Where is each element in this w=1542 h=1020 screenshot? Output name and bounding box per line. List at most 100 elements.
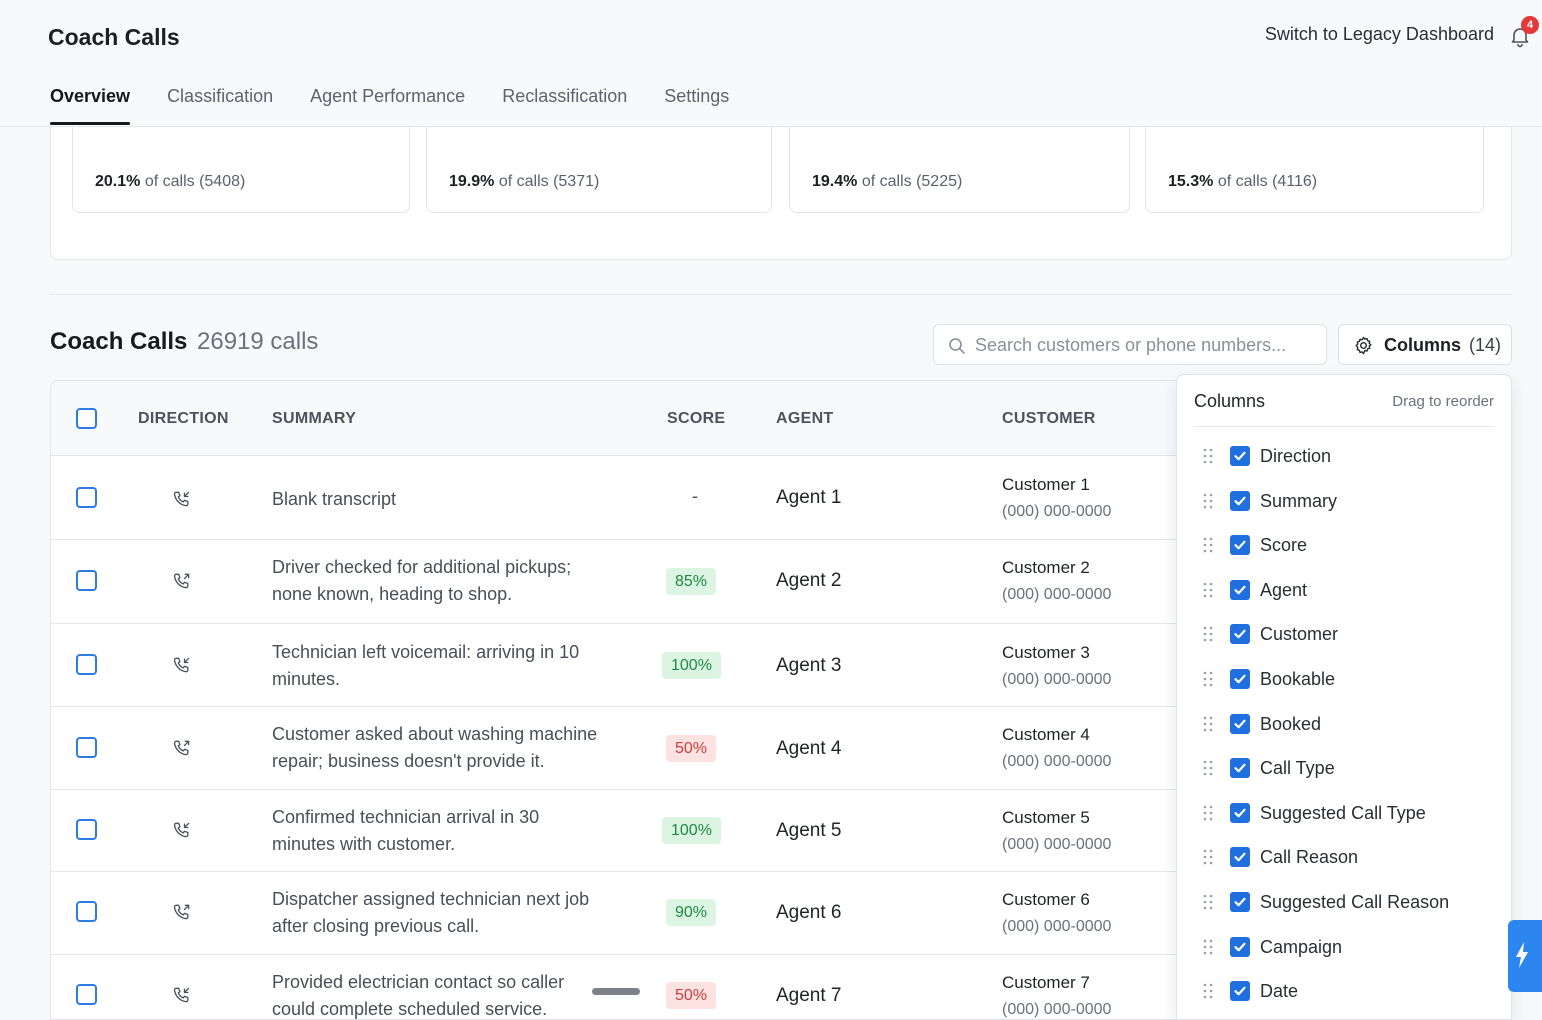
phone-incoming-icon [173, 491, 190, 507]
drag-handle-icon[interactable] [1203, 537, 1213, 553]
table-row[interactable]: Blank transcript - Agent 1 Customer 1 (0… [51, 456, 1249, 540]
drag-handle-icon[interactable] [1203, 582, 1213, 598]
gear-icon [1355, 336, 1372, 355]
table-row[interactable]: Provided electrician contact so caller co… [51, 955, 1249, 1019]
row-checkbox[interactable] [76, 984, 97, 1005]
switch-legacy-link[interactable]: Switch to Legacy Dashboard [1265, 24, 1494, 45]
column-option[interactable]: Customer [1177, 620, 1511, 650]
column-checkbox[interactable] [1230, 624, 1250, 645]
column-option[interactable]: Agent [1177, 576, 1511, 606]
row-summary: Dispatcher assigned technician next job a… [272, 889, 590, 936]
column-option[interactable]: Campaign [1177, 933, 1511, 963]
drag-handle-icon[interactable] [1203, 671, 1213, 687]
row-summary: Blank transcript [272, 489, 397, 509]
row-customer-name: Customer 7 [1002, 973, 1090, 992]
tab-settings[interactable]: Settings [664, 86, 729, 123]
score-badge: 50% [666, 735, 717, 762]
column-option[interactable]: Bookable [1177, 665, 1511, 695]
select-all-checkbox[interactable] [76, 408, 97, 429]
stat-card: 19.4% of calls (5225) [789, 127, 1130, 213]
check-icon [1234, 897, 1246, 907]
table-row[interactable]: Customer asked about washing machine repa… [51, 707, 1249, 790]
columns-button[interactable]: Columns (14) [1338, 324, 1512, 365]
column-checkbox[interactable] [1230, 669, 1250, 689]
column-option-label: Summary [1260, 490, 1338, 511]
search-input[interactable] [975, 331, 1315, 359]
column-option[interactable]: Call Type [1177, 754, 1511, 784]
drag-handle-icon[interactable] [1203, 716, 1213, 732]
check-icon [1234, 540, 1246, 550]
tab-agent-performance[interactable]: Agent Performance [310, 86, 465, 123]
row-agent: Agent 5 [776, 820, 842, 841]
column-checkbox[interactable] [1230, 847, 1250, 868]
column-option-label: Suggested Call Type [1260, 802, 1426, 823]
row-summary: Provided electrician contact so caller co… [272, 972, 565, 1019]
check-icon [1234, 853, 1246, 862]
column-option[interactable]: Booked [1177, 710, 1511, 740]
header-score[interactable]: SCORE [667, 410, 725, 428]
row-checkbox[interactable] [76, 570, 97, 591]
column-checkbox[interactable] [1230, 490, 1250, 511]
row-score: - [692, 486, 698, 506]
search-icon [949, 338, 965, 354]
column-checkbox[interactable] [1230, 713, 1250, 734]
drag-handle-icon[interactable] [1203, 894, 1213, 910]
column-option[interactable]: Suggested Call Reason [1177, 888, 1511, 918]
table-row[interactable]: Technician left voicemail: arriving in 1… [51, 624, 1249, 707]
column-option-label: Campaign [1260, 936, 1343, 957]
column-checkbox[interactable] [1230, 936, 1250, 957]
row-checkbox[interactable] [76, 737, 97, 758]
column-option[interactable]: Suggested Call Type [1177, 799, 1511, 829]
tab-reclassification[interactable]: Reclassification [502, 86, 627, 123]
lightning-icon [1516, 942, 1528, 968]
drag-handle-icon[interactable] [1203, 760, 1213, 776]
row-customer-phone: (000) 000-0000 [1002, 503, 1112, 520]
row-checkbox[interactable] [76, 819, 97, 840]
search-box[interactable] [933, 324, 1327, 365]
columns-dropdown: Columns Drag to reorder Direction Summary… [1176, 374, 1512, 1020]
column-checkbox[interactable] [1230, 758, 1250, 779]
row-customer-name: Customer 6 [1002, 890, 1090, 909]
table-row[interactable]: Driver checked for additional pickups; no… [51, 540, 1249, 624]
column-checkbox[interactable] [1230, 802, 1250, 823]
drag-handle-icon[interactable] [1203, 983, 1213, 999]
tab-overview[interactable]: Overview [50, 86, 131, 125]
table-row[interactable]: Confirmed technician arrival in 30 minute… [51, 790, 1249, 872]
header-agent[interactable]: AGENT [776, 410, 834, 428]
drag-handle-icon[interactable] [1203, 493, 1213, 509]
header-customer[interactable]: CUSTOMER [1002, 410, 1096, 428]
row-checkbox[interactable] [76, 901, 97, 922]
row-checkbox[interactable] [76, 487, 97, 508]
phone-incoming-icon [173, 987, 190, 1003]
column-checkbox[interactable] [1230, 579, 1250, 600]
drag-handle-icon[interactable] [1203, 849, 1213, 865]
table-row[interactable]: Dispatcher assigned technician next job a… [51, 872, 1249, 955]
column-option[interactable]: Summary [1177, 487, 1511, 517]
tab-classification[interactable]: Classification [167, 86, 273, 123]
column-checkbox[interactable] [1230, 981, 1250, 1002]
column-option-label: Bookable [1260, 669, 1336, 689]
drag-handle-icon[interactable] [1203, 939, 1213, 955]
scroll-handle[interactable] [592, 988, 640, 995]
check-icon [1234, 808, 1246, 818]
drag-handle-icon[interactable] [1203, 626, 1213, 642]
phone-incoming-icon [173, 822, 190, 838]
column-option[interactable]: Date [1177, 977, 1511, 1007]
column-option[interactable]: Direction [1177, 442, 1511, 472]
column-checkbox[interactable] [1230, 892, 1250, 912]
column-option-label: Score [1260, 535, 1308, 556]
header-summary[interactable]: SUMMARY [272, 410, 356, 428]
row-agent: Agent 7 [776, 985, 842, 1006]
drag-handle-icon[interactable] [1203, 805, 1213, 821]
column-checkbox[interactable] [1230, 446, 1250, 466]
row-checkbox[interactable] [76, 654, 97, 675]
column-option[interactable]: Score [1177, 531, 1511, 561]
drag-handle-icon[interactable] [1203, 448, 1213, 464]
header-direction[interactable]: DIRECTION [138, 410, 229, 428]
column-option-label: Date [1260, 981, 1299, 1002]
columns-count: (14) [1469, 335, 1502, 355]
columns-button-label: Columns [1384, 335, 1462, 355]
column-option[interactable]: Call Reason [1177, 843, 1511, 873]
feedback-tab[interactable] [1508, 920, 1542, 992]
column-checkbox[interactable] [1230, 535, 1250, 556]
